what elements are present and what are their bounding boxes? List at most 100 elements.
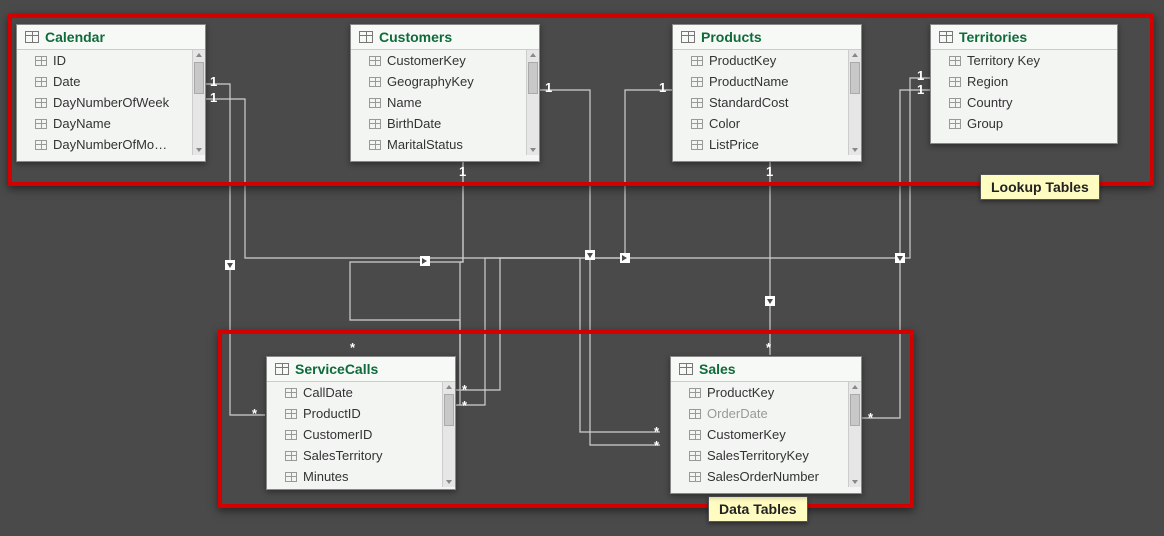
column-icon xyxy=(35,98,47,108)
column-icon xyxy=(369,77,381,87)
scrollbar[interactable] xyxy=(848,382,861,487)
column-icon xyxy=(691,140,703,150)
cardinality-many: * xyxy=(654,424,659,439)
cardinality-many: * xyxy=(868,410,873,425)
column-icon xyxy=(369,119,381,129)
cardinality-one: 1 xyxy=(766,164,773,179)
scroll-thumb[interactable] xyxy=(850,62,860,94)
column-icon xyxy=(691,119,703,129)
field-row[interactable]: ProductKey xyxy=(673,50,861,71)
table-servicecalls[interactable]: ServiceCalls CallDate ProductID Customer… xyxy=(266,356,456,490)
field-row[interactable]: OrderDate xyxy=(671,403,861,424)
scrollbar[interactable] xyxy=(442,382,455,487)
table-sales[interactable]: Sales ProductKey OrderDate CustomerKey S… xyxy=(670,356,862,494)
table-title: Customers xyxy=(379,29,452,45)
column-icon xyxy=(689,409,701,419)
cardinality-many: * xyxy=(654,438,659,453)
column-icon xyxy=(35,56,47,66)
scrollbar[interactable] xyxy=(526,50,539,155)
cardinality-many: * xyxy=(462,398,467,413)
table-icon xyxy=(679,363,693,375)
table-header[interactable]: Products xyxy=(673,25,861,50)
table-customers[interactable]: Customers CustomerKey GeographyKey Name … xyxy=(350,24,540,162)
field-row[interactable]: Territory Key xyxy=(931,50,1117,71)
table-icon xyxy=(25,31,39,43)
column-icon xyxy=(285,430,297,440)
filter-arrow-icon xyxy=(620,253,630,263)
field-row[interactable]: MaritalStatus xyxy=(351,134,539,155)
field-row[interactable]: ListPrice xyxy=(673,134,861,155)
column-icon xyxy=(285,451,297,461)
field-row[interactable]: SalesOrderNumber xyxy=(671,466,861,487)
column-icon xyxy=(691,56,703,66)
field-row[interactable]: ProductID xyxy=(267,403,455,424)
column-icon xyxy=(285,472,297,482)
cardinality-many: * xyxy=(252,406,257,421)
field-row[interactable]: CustomerID xyxy=(267,424,455,445)
field-row[interactable]: ProductKey xyxy=(671,382,861,403)
filter-arrow-icon xyxy=(420,256,430,266)
field-row[interactable]: Group xyxy=(931,113,1117,134)
field-row[interactable]: CustomerKey xyxy=(351,50,539,71)
field-row[interactable]: CallDate xyxy=(267,382,455,403)
field-row[interactable]: ProductName xyxy=(673,71,861,92)
field-row[interactable]: Region xyxy=(931,71,1117,92)
table-calendar[interactable]: Calendar ID Date DayNumberOfWeek DayName… xyxy=(16,24,206,162)
cardinality-many: * xyxy=(766,340,771,355)
lookup-tables-label: Lookup Tables xyxy=(980,174,1100,200)
field-row[interactable]: DayNumberOfWeek xyxy=(17,92,205,113)
column-icon xyxy=(949,77,961,87)
column-icon xyxy=(689,388,701,398)
cardinality-one: 1 xyxy=(545,80,552,95)
field-row[interactable]: CustomerKey xyxy=(671,424,861,445)
field-row[interactable]: GeographyKey xyxy=(351,71,539,92)
cardinality-one: 1 xyxy=(459,164,466,179)
scroll-thumb[interactable] xyxy=(850,394,860,426)
field-row[interactable]: SalesTerritoryKey xyxy=(671,445,861,466)
cardinality-one: 1 xyxy=(917,68,924,83)
field-row[interactable]: Country xyxy=(931,92,1117,113)
table-header[interactable]: Territories xyxy=(931,25,1117,50)
table-header[interactable]: Calendar xyxy=(17,25,205,50)
field-row[interactable]: DayNumberOfMo… xyxy=(17,134,205,155)
field-row[interactable]: Name xyxy=(351,92,539,113)
table-title: Products xyxy=(701,29,762,45)
filter-arrow-icon xyxy=(225,260,235,270)
table-icon xyxy=(681,31,695,43)
table-title: Sales xyxy=(699,361,736,377)
filter-arrow-icon xyxy=(765,296,775,306)
column-icon xyxy=(949,119,961,129)
table-header[interactable]: Customers xyxy=(351,25,539,50)
scroll-thumb[interactable] xyxy=(194,62,204,94)
scrollbar[interactable] xyxy=(192,50,205,155)
field-row[interactable]: ID xyxy=(17,50,205,71)
field-row[interactable]: Color xyxy=(673,113,861,134)
field-row[interactable]: Date xyxy=(17,71,205,92)
table-territories[interactable]: Territories Territory Key Region Country… xyxy=(930,24,1118,144)
table-title: ServiceCalls xyxy=(295,361,378,377)
model-canvas[interactable]: Lookup Tables Data Tables Calendar ID Da… xyxy=(0,0,1164,536)
column-icon xyxy=(35,140,47,150)
field-row[interactable]: SalesTerritory xyxy=(267,445,455,466)
column-icon xyxy=(369,56,381,66)
table-products[interactable]: Products ProductKey ProductName Standard… xyxy=(672,24,862,162)
column-icon xyxy=(691,77,703,87)
column-icon xyxy=(369,140,381,150)
field-row[interactable]: DayName xyxy=(17,113,205,134)
field-row[interactable]: Minutes xyxy=(267,466,455,487)
field-row[interactable]: StandardCost xyxy=(673,92,861,113)
column-icon xyxy=(689,472,701,482)
scrollbar[interactable] xyxy=(848,50,861,155)
table-header[interactable]: Sales xyxy=(671,357,861,382)
filter-arrow-icon xyxy=(585,250,595,260)
cardinality-many: * xyxy=(462,382,467,397)
table-title: Territories xyxy=(959,29,1027,45)
scroll-thumb[interactable] xyxy=(528,62,538,94)
column-icon xyxy=(949,98,961,108)
cardinality-one: 1 xyxy=(917,82,924,97)
field-row[interactable]: BirthDate xyxy=(351,113,539,134)
table-header[interactable]: ServiceCalls xyxy=(267,357,455,382)
column-icon xyxy=(689,451,701,461)
scroll-thumb[interactable] xyxy=(444,394,454,426)
table-icon xyxy=(359,31,373,43)
